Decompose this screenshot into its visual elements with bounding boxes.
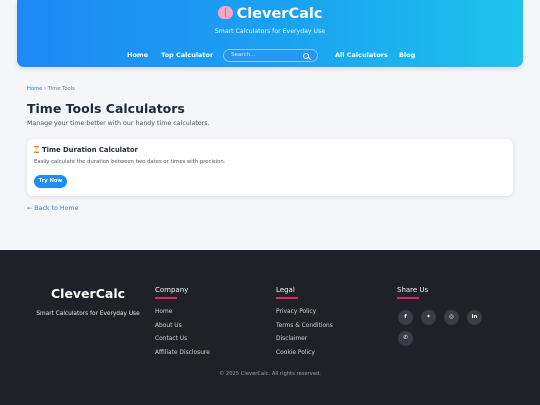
footer-link-disclaimer[interactable]: Disclaimer — [276, 336, 307, 342]
breadcrumb-home[interactable]: Home — [27, 86, 42, 92]
footer-link-terms[interactable]: Terms & Conditions — [276, 323, 333, 329]
hourglass-icon — [34, 146, 39, 153]
facebook-icon[interactable]: f — [398, 310, 413, 325]
footer-share-underline — [397, 297, 419, 299]
nav-top-calculator[interactable]: Top Calculator — [161, 51, 213, 59]
breadcrumb-current: Time Tools — [47, 86, 75, 92]
footer-link-cookie-policy[interactable]: Cookie Policy — [276, 350, 315, 356]
linkedin-icon[interactable]: in — [467, 310, 482, 325]
footer-link-contact-us[interactable]: Contact Us — [155, 336, 187, 342]
card-title[interactable]: Time Duration Calculator — [42, 146, 138, 154]
back-to-home-link[interactable]: ← Back to Home — [27, 205, 79, 212]
footer-company-heading: Company — [155, 286, 189, 294]
twitter-icon[interactable]: ✦ — [421, 310, 436, 325]
footer-legal-heading: Legal — [276, 286, 295, 294]
breadcrumb-separator: › — [43, 86, 47, 92]
footer-company-underline — [155, 297, 177, 299]
footer-link-affiliate-disclosure[interactable]: Affiliate Disclosure — [155, 350, 210, 356]
whatsapp-icon[interactable]: ✆ — [398, 331, 413, 346]
footer-link-about-us[interactable]: About Us — [155, 323, 182, 329]
nav-home[interactable]: Home — [127, 51, 148, 59]
instagram-icon[interactable]: ◎ — [444, 310, 459, 325]
search-icon[interactable] — [303, 53, 309, 59]
page-subtitle: Manage your time better with our handy t… — [27, 120, 210, 127]
footer-link-home[interactable]: Home — [155, 309, 172, 315]
brand[interactable]: CleverCalc — [17, 6, 523, 22]
nav-all-calculators[interactable]: All Calculators — [335, 51, 388, 59]
card-title-row: Time Duration Calculator — [34, 146, 138, 154]
brand-name: CleverCalc — [236, 6, 323, 22]
breadcrumb: Home › Time Tools — [27, 86, 75, 92]
nav-blog[interactable]: Blog — [399, 51, 415, 59]
copyright: © 2025 CleverCalc. All rights reserved. — [219, 371, 321, 377]
footer-brand: CleverCalc — [50, 286, 126, 301]
try-now-button[interactable]: Try Now — [34, 175, 67, 188]
search-placeholder: Search... — [231, 52, 256, 58]
footer-legal-underline — [276, 297, 298, 299]
calculator-card: Time Duration Calculator Easily calculat… — [27, 139, 513, 196]
site-footer: CleverCalc Smart Calculators for Everyda… — [0, 250, 540, 405]
search-input[interactable]: Search... — [223, 49, 318, 62]
footer-share-heading: Share Us — [397, 286, 429, 294]
header-tagline: Smart Calculators for Everyday Use — [214, 28, 326, 35]
brain-logo-icon — [217, 6, 233, 19]
card-description: Easily calculate the duration between tw… — [34, 159, 226, 165]
main-nav: Home Top Calculator Search... All Calcul… — [17, 48, 523, 64]
footer-tagline: Smart Calculators for Everyday Use — [36, 311, 140, 317]
site-header: CleverCalc Smart Calculators for Everyda… — [17, 0, 523, 67]
page-title: Time Tools Calculators — [27, 101, 185, 116]
footer-link-privacy-policy[interactable]: Privacy Policy — [276, 309, 316, 315]
